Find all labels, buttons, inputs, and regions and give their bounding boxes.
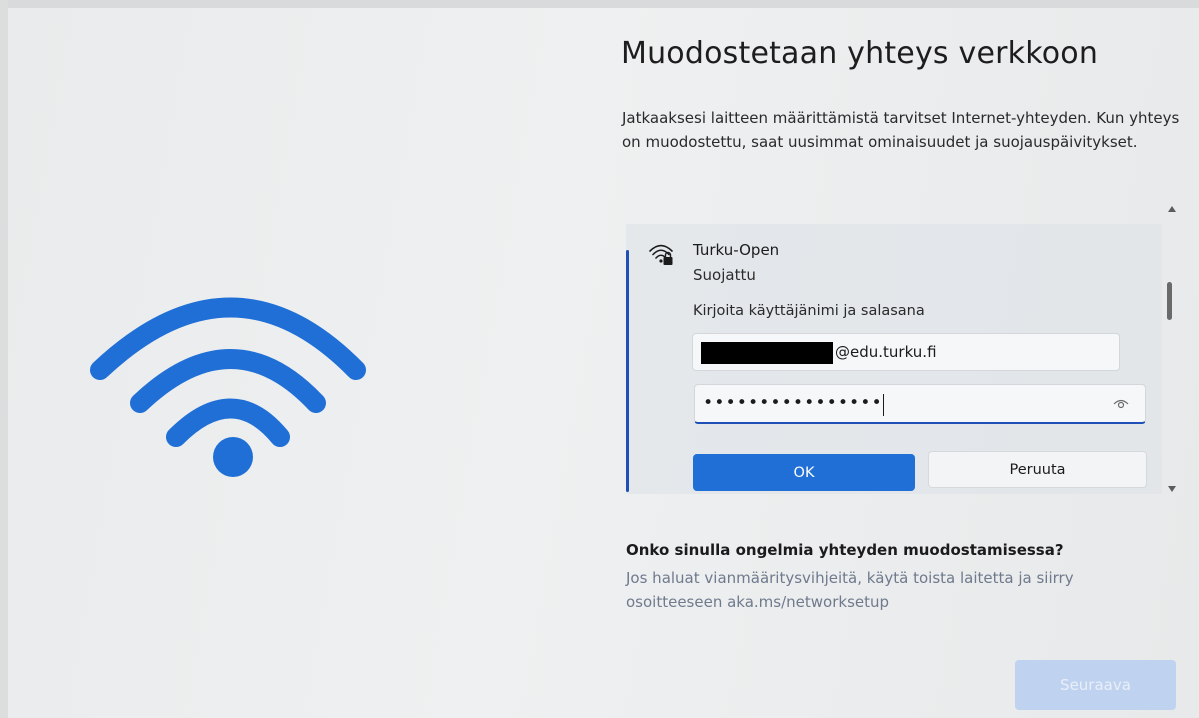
- ok-button[interactable]: OK: [693, 454, 915, 491]
- scroll-up-arrow-icon[interactable]: [1168, 206, 1176, 212]
- monitor-bezel-left: [0, 0, 8, 718]
- selection-indicator: [626, 250, 629, 492]
- credentials-prompt: Kirjoita käyttäjänimi ja salasana: [693, 303, 925, 319]
- text-caret: [883, 394, 884, 416]
- cancel-button[interactable]: Peruuta: [928, 451, 1147, 488]
- network-name: Turku-Open: [693, 241, 780, 259]
- redacted-username: [701, 342, 833, 364]
- monitor-bezel-top: [0, 0, 1199, 8]
- network-security-status: Suojattu: [693, 266, 756, 284]
- password-value: ••••••••••••••••: [703, 393, 883, 413]
- wifi-secured-icon: [649, 244, 673, 265]
- wifi-illustration-icon: [90, 297, 366, 477]
- intro-text: Jatkaaksesi laitteen määrittämistä tarvi…: [622, 109, 1180, 151]
- username-domain: @edu.turku.fi: [835, 343, 937, 361]
- help-title: Onko sinulla ongelmia yhteyden muodostam…: [626, 541, 1064, 559]
- help-text: Jos haluat vianmääritysvihjeitä, käytä t…: [626, 569, 1074, 611]
- username-input[interactable]: @edu.turku.fi: [692, 333, 1120, 371]
- scroll-down-arrow-icon[interactable]: [1168, 486, 1176, 492]
- next-button[interactable]: Seuraava: [1015, 660, 1176, 710]
- password-input[interactable]: ••••••••••••••••: [694, 384, 1146, 424]
- scrollbar-thumb[interactable]: [1167, 282, 1172, 320]
- reveal-password-icon[interactable]: [1113, 398, 1129, 410]
- page-title: Muodostetaan yhteys verkkoon: [621, 36, 1099, 71]
